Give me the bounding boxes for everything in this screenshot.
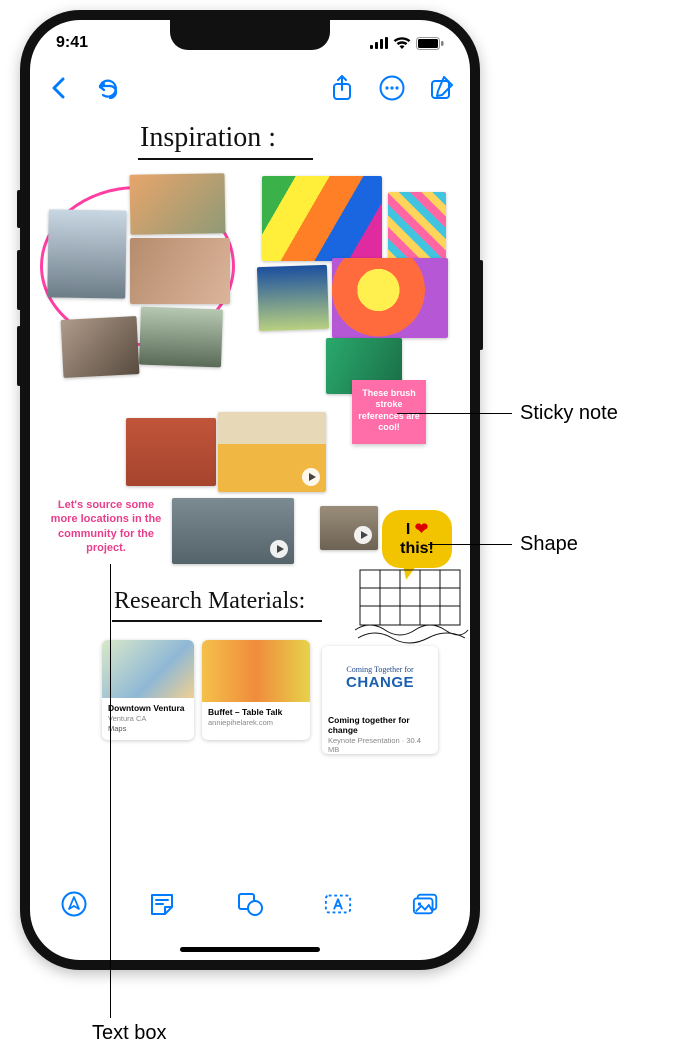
- photo[interactable]: [126, 418, 216, 486]
- card-thumb: Coming Together for CHANGE: [322, 646, 438, 710]
- card-thumb: [202, 640, 310, 702]
- photo[interactable]: [332, 258, 448, 338]
- status-indicators: [370, 37, 444, 50]
- photo[interactable]: [139, 307, 223, 368]
- speech-text: this!: [400, 540, 434, 557]
- card-art-text: Coming Together for: [346, 665, 413, 674]
- sticky-note-icon: [149, 892, 175, 916]
- link-card-maps[interactable]: Downtown Ventura Ventura CA Maps: [102, 640, 194, 740]
- volume-down-button: [17, 326, 21, 386]
- ringer-switch: [17, 190, 21, 228]
- callout-text-box: Text box: [92, 1022, 166, 1045]
- wifi-icon: [393, 37, 411, 49]
- callout-line: [397, 413, 512, 414]
- card-subtitle: Keynote Presentation · 30.4 MB: [328, 736, 432, 754]
- media-tool-button[interactable]: [412, 890, 440, 918]
- callout-line: [428, 544, 512, 545]
- share-icon: [332, 75, 352, 101]
- handwriting-inspiration: Inspiration :: [140, 122, 276, 154]
- callout-shape: Shape: [520, 533, 578, 556]
- card-subtitle: Ventura CA: [108, 714, 188, 723]
- card-app: Maps: [108, 724, 188, 733]
- photo[interactable]: [257, 265, 329, 331]
- photo[interactable]: [130, 238, 230, 304]
- status-time: 9:41: [56, 34, 88, 52]
- top-toolbar: [30, 66, 470, 110]
- video-thumbnail[interactable]: [218, 412, 326, 492]
- card-title: Coming together for change: [328, 715, 432, 735]
- heart-icon: ❤: [415, 521, 428, 538]
- pen-tip-circle-icon: [61, 891, 87, 917]
- phone-frame: 9:41: [20, 10, 480, 970]
- undo-button[interactable]: [94, 74, 122, 102]
- card-art-text: CHANGE: [346, 674, 414, 691]
- sticky-note[interactable]: These brush stroke references are cool!: [352, 380, 426, 444]
- freeform-canvas[interactable]: Inspiration : These brush stroke referen…: [30, 110, 470, 880]
- link-card-web[interactable]: Buffet – Table Talk anniepihelarek.com: [202, 640, 310, 740]
- screen: 9:41: [30, 20, 470, 960]
- chevron-left-icon: [51, 77, 65, 99]
- file-card-keynote[interactable]: Coming Together for CHANGE Coming togeth…: [322, 646, 438, 754]
- card-subtitle: anniepihelarek.com: [208, 718, 304, 727]
- text-box[interactable]: Let's source some more locations in the …: [46, 498, 166, 555]
- compose-button[interactable]: [428, 74, 456, 102]
- shapes-tool-button[interactable]: [236, 890, 264, 918]
- bottom-toolbar: [30, 880, 470, 960]
- play-icon: [354, 526, 372, 544]
- card-title: Buffet – Table Talk: [208, 707, 304, 717]
- handwriting-underline: [138, 158, 313, 160]
- handwriting-research: Research Materials:: [114, 588, 305, 615]
- notch: [170, 20, 330, 50]
- card-thumb: [102, 640, 194, 698]
- compose-icon: [430, 76, 454, 100]
- building-sketch[interactable]: [350, 560, 470, 650]
- video-thumbnail[interactable]: [172, 498, 294, 564]
- ellipsis-circle-icon: [379, 75, 405, 101]
- side-button: [479, 260, 483, 350]
- speech-text: I: [406, 521, 415, 538]
- textbox-icon: [324, 893, 352, 915]
- card-title: Downtown Ventura: [108, 703, 188, 713]
- draw-tool-button[interactable]: [60, 890, 88, 918]
- sticky-tool-button[interactable]: [148, 890, 176, 918]
- photo[interactable]: [47, 209, 127, 298]
- callout-sticky-note: Sticky note: [520, 402, 618, 425]
- undo-icon: [96, 77, 120, 99]
- play-icon: [270, 540, 288, 558]
- share-button[interactable]: [328, 74, 356, 102]
- battery-icon: [416, 37, 444, 50]
- cellular-icon: [370, 37, 388, 49]
- photo[interactable]: [129, 173, 225, 235]
- handwriting-underline: [112, 620, 322, 622]
- play-icon: [302, 468, 320, 486]
- photos-stack-icon: [412, 892, 440, 916]
- volume-up-button: [17, 250, 21, 310]
- back-button[interactable]: [44, 74, 72, 102]
- photo[interactable]: [61, 316, 140, 378]
- more-button[interactable]: [378, 74, 406, 102]
- shapes-icon: [236, 891, 264, 917]
- photo[interactable]: [262, 176, 382, 261]
- video-thumbnail[interactable]: [320, 506, 378, 550]
- text-tool-button[interactable]: [324, 890, 352, 918]
